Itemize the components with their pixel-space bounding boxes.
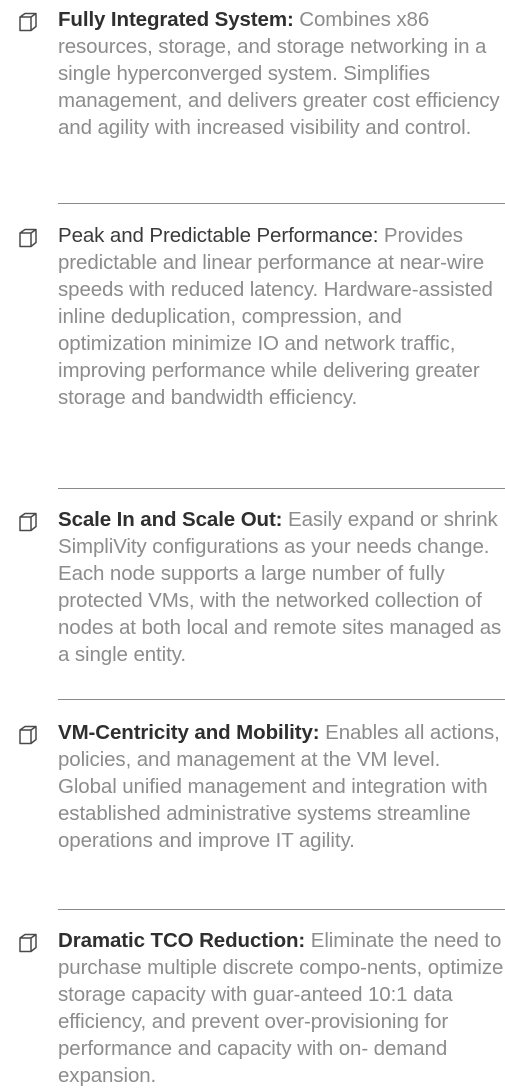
feature-body: Provides predictable and linear performa… [58, 224, 493, 409]
feature-title: Peak and Predictable Performance: [58, 224, 384, 247]
cube-icon [18, 933, 38, 953]
feature-body: Easily expand or shrink SimpliVity confi… [58, 508, 502, 666]
cube-icon [18, 228, 38, 248]
divider [58, 488, 505, 489]
divider [58, 909, 505, 910]
feature-text: Scale In and Scale Out: Easily expand or… [58, 506, 504, 668]
cube-icon [18, 725, 38, 745]
cube-icon [18, 512, 38, 532]
feature-text: VM-Centricity and Mobility: Enables all … [58, 719, 504, 854]
cube-icon [18, 12, 38, 32]
feature-text: Dramatic TCO Reduction: Eliminate the ne… [58, 927, 504, 1089]
feature-title: Dramatic TCO Reduction: [58, 929, 311, 952]
feature-text: Fully Integrated System: Combines x86 re… [58, 6, 504, 141]
feature-title: Fully Integrated System: [58, 8, 300, 31]
feature-title: VM-Centricity and Mobility: [58, 721, 326, 744]
feature-body: Eliminate the need to purchase multiple … [58, 929, 504, 1087]
divider [58, 699, 505, 700]
divider [58, 203, 505, 204]
feature-text: Peak and Predictable Performance: Provid… [58, 222, 504, 411]
feature-list: Fully Integrated System: Combines x86 re… [0, 0, 505, 1091]
feature-title: Scale In and Scale Out: [58, 508, 289, 531]
